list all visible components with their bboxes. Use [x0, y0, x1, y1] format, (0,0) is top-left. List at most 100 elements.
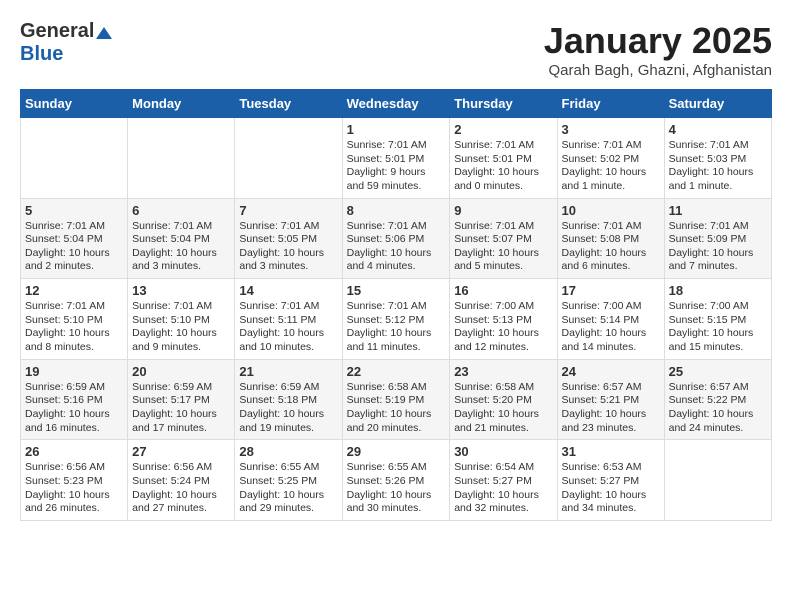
day-info-line: Daylight: 10 hours and 30 minutes.	[347, 489, 446, 516]
calendar-day-cell: 17Sunrise: 7:00 AMSunset: 5:14 PMDayligh…	[557, 279, 664, 360]
day-info-line: Sunset: 5:23 PM	[25, 475, 123, 489]
day-info-line: Sunset: 5:15 PM	[669, 314, 767, 328]
day-info-line: Sunset: 5:09 PM	[669, 233, 767, 247]
day-info-line: Daylight: 10 hours and 27 minutes.	[132, 489, 230, 516]
day-info-line: Sunrise: 7:01 AM	[562, 139, 660, 153]
calendar-day-cell: 30Sunrise: 6:54 AMSunset: 5:27 PMDayligh…	[450, 440, 557, 521]
calendar-day-cell: 31Sunrise: 6:53 AMSunset: 5:27 PMDayligh…	[557, 440, 664, 521]
day-info-line: Sunset: 5:24 PM	[132, 475, 230, 489]
page-header: General Blue January 2025 Qarah Bagh, Gh…	[20, 20, 772, 79]
logo-icon	[96, 25, 112, 41]
day-number: 1	[347, 122, 446, 137]
day-info-line: Sunset: 5:21 PM	[562, 394, 660, 408]
calendar-day-cell: 4Sunrise: 7:01 AMSunset: 5:03 PMDaylight…	[664, 118, 771, 199]
weekday-header-cell: Sunday	[21, 90, 128, 118]
calendar-day-cell: 11Sunrise: 7:01 AMSunset: 5:09 PMDayligh…	[664, 198, 771, 279]
day-info-line: Sunrise: 7:01 AM	[25, 300, 123, 314]
day-info-line: Sunset: 5:11 PM	[239, 314, 337, 328]
calendar-day-cell: 23Sunrise: 6:58 AMSunset: 5:20 PMDayligh…	[450, 359, 557, 440]
day-info-line: Sunset: 5:06 PM	[347, 233, 446, 247]
day-info-line: Sunset: 5:12 PM	[347, 314, 446, 328]
calendar-day-cell: 10Sunrise: 7:01 AMSunset: 5:08 PMDayligh…	[557, 198, 664, 279]
day-number: 9	[454, 203, 552, 218]
day-info-line: Sunset: 5:02 PM	[562, 153, 660, 167]
day-info-line: Sunrise: 7:01 AM	[454, 220, 552, 234]
day-info-line: Daylight: 10 hours and 34 minutes.	[562, 489, 660, 516]
day-info-line: Sunrise: 7:01 AM	[132, 220, 230, 234]
day-info-line: Sunrise: 7:01 AM	[454, 139, 552, 153]
day-info-line: Daylight: 10 hours and 12 minutes.	[454, 327, 552, 354]
calendar-day-cell: 21Sunrise: 6:59 AMSunset: 5:18 PMDayligh…	[235, 359, 342, 440]
day-number: 18	[669, 283, 767, 298]
calendar-day-cell: 18 Sunrise: 7:00 AMSunset: 5:15 PMDayligh…	[664, 279, 771, 360]
day-info-line: Daylight: 9 hours and 59 minutes.	[347, 166, 446, 193]
day-number: 20	[132, 364, 230, 379]
day-number: 15	[347, 283, 446, 298]
day-info-line: Daylight: 10 hours and 29 minutes.	[239, 489, 337, 516]
weekday-header-cell: Wednesday	[342, 90, 450, 118]
day-info-line: Sunrise: 6:59 AM	[25, 381, 123, 395]
day-info-line: Sunrise: 7:01 AM	[25, 220, 123, 234]
day-info-line: Sunset: 5:05 PM	[239, 233, 337, 247]
day-info-line: Sunrise: 7:00 AM	[669, 300, 767, 314]
logo: General Blue	[20, 20, 112, 66]
day-info-line: Daylight: 10 hours and 5 minutes.	[454, 247, 552, 274]
day-info-line: Daylight: 10 hours and 9 minutes.	[132, 327, 230, 354]
calendar-week-row: 1Sunrise: 7:01 AMSunset: 5:01 PMDaylight…	[21, 118, 772, 199]
day-info-line: Sunrise: 7:01 AM	[239, 220, 337, 234]
day-info-line: Sunset: 5:26 PM	[347, 475, 446, 489]
day-info-line: Sunset: 5:17 PM	[132, 394, 230, 408]
day-info-line: Daylight: 10 hours and 15 minutes.	[669, 327, 767, 354]
day-number: 14	[239, 283, 337, 298]
day-info-line: Daylight: 10 hours and 7 minutes.	[669, 247, 767, 274]
day-info-line: Sunset: 5:08 PM	[562, 233, 660, 247]
day-info-line: Sunset: 5:07 PM	[454, 233, 552, 247]
calendar-day-cell: 27Sunrise: 6:56 AMSunset: 5:24 PMDayligh…	[128, 440, 235, 521]
day-info-line: Daylight: 10 hours and 2 minutes.	[25, 247, 123, 274]
calendar-day-cell: 9 Sunrise: 7:01 AMSunset: 5:07 PMDaylight…	[450, 198, 557, 279]
day-number: 8	[347, 203, 446, 218]
day-number: 16	[454, 283, 552, 298]
day-number: 13	[132, 283, 230, 298]
day-info-line: Daylight: 10 hours and 24 minutes.	[669, 408, 767, 435]
calendar-day-cell	[128, 118, 235, 199]
day-info-line: Sunrise: 6:58 AM	[347, 381, 446, 395]
day-info-line: Sunset: 5:04 PM	[132, 233, 230, 247]
calendar-day-cell: 28Sunrise: 6:55 AMSunset: 5:25 PMDayligh…	[235, 440, 342, 521]
calendar-day-cell: 26Sunrise: 6:56 AMSunset: 5:23 PMDayligh…	[21, 440, 128, 521]
day-number: 25	[669, 364, 767, 379]
calendar-day-cell	[21, 118, 128, 199]
day-info-line: Daylight: 10 hours and 3 minutes.	[132, 247, 230, 274]
day-info-line: Daylight: 10 hours and 14 minutes.	[562, 327, 660, 354]
calendar-day-cell	[235, 118, 342, 199]
day-info-line: Sunset: 5:27 PM	[562, 475, 660, 489]
day-info-line: Sunrise: 7:01 AM	[132, 300, 230, 314]
calendar-day-cell: 7Sunrise: 7:01 AMSunset: 5:05 PMDaylight…	[235, 198, 342, 279]
day-info-line: Sunset: 5:01 PM	[347, 153, 446, 167]
day-info-line: Sunrise: 7:01 AM	[562, 220, 660, 234]
day-number: 6	[132, 203, 230, 218]
day-info-line: Daylight: 10 hours and 26 minutes.	[25, 489, 123, 516]
day-info-line: Sunset: 5:16 PM	[25, 394, 123, 408]
weekday-header-cell: Friday	[557, 90, 664, 118]
weekday-header-cell: Monday	[128, 90, 235, 118]
day-info-line: Sunset: 5:25 PM	[239, 475, 337, 489]
day-number: 26	[25, 444, 123, 459]
title-section: January 2025 Qarah Bagh, Ghazni, Afghani…	[544, 20, 772, 79]
day-info-line: Daylight: 10 hours and 1 minute.	[669, 166, 767, 193]
calendar-day-cell: 16Sunrise: 7:00 AMSunset: 5:13 PMDayligh…	[450, 279, 557, 360]
day-number: 28	[239, 444, 337, 459]
day-number: 11	[669, 203, 767, 218]
day-info-line: Sunset: 5:10 PM	[132, 314, 230, 328]
day-info-line: Sunrise: 6:54 AM	[454, 461, 552, 475]
weekday-header-cell: Tuesday	[235, 90, 342, 118]
day-info-line: Sunset: 5:19 PM	[347, 394, 446, 408]
day-number: 24	[562, 364, 660, 379]
day-number: 17	[562, 283, 660, 298]
day-info-line: Sunset: 5:03 PM	[669, 153, 767, 167]
day-info-line: Sunrise: 7:01 AM	[669, 139, 767, 153]
day-number: 2	[454, 122, 552, 137]
calendar-day-cell: 15Sunrise: 7:01 AMSunset: 5:12 PMDayligh…	[342, 279, 450, 360]
day-info-line: Sunrise: 7:01 AM	[347, 139, 446, 153]
calendar-week-row: 19Sunrise: 6:59 AMSunset: 5:16 PMDayligh…	[21, 359, 772, 440]
